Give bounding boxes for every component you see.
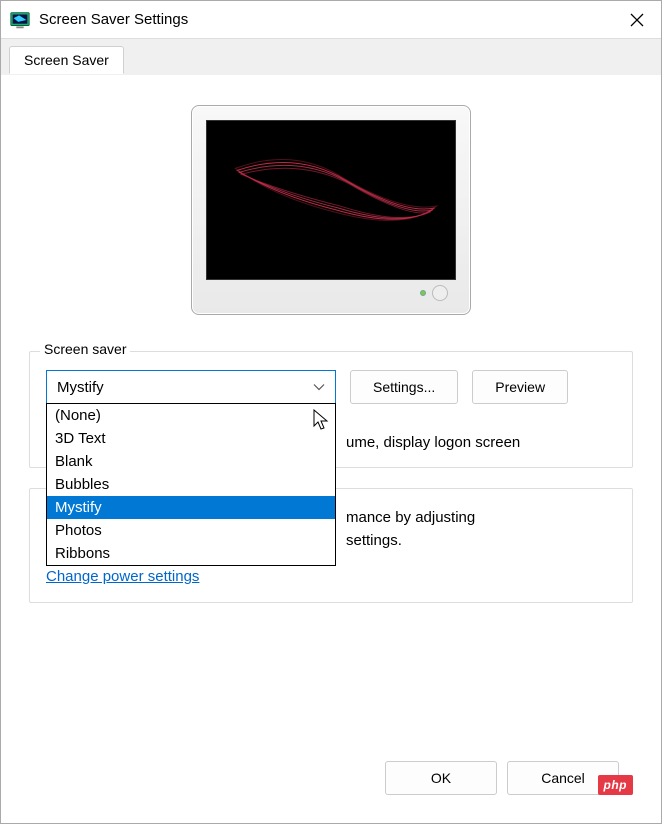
titlebar: Screen Saver Settings (1, 1, 661, 39)
monitor-preview-wrap (29, 105, 633, 315)
option-bubbles[interactable]: Bubbles (47, 473, 335, 496)
php-watermark-badge: php (598, 775, 634, 795)
screensaver-select[interactable]: Mystify (46, 370, 336, 404)
option-ribbons[interactable]: Ribbons (47, 542, 335, 565)
option-mystify[interactable]: Mystify (47, 496, 335, 519)
ok-button[interactable]: OK (385, 761, 497, 795)
monitor-preview (191, 105, 471, 315)
change-power-settings-link[interactable]: Change power settings (46, 568, 199, 585)
mystify-preview-graphic (207, 121, 455, 279)
screensaver-group-legend: Screen saver (40, 341, 130, 357)
tab-screen-saver[interactable]: Screen Saver (9, 46, 124, 74)
screensaver-select-value: Mystify (57, 379, 104, 396)
screensaver-group: Screen saver Mystify (None) 3D Text Blan… (29, 351, 633, 468)
settings-button[interactable]: Settings... (350, 370, 458, 404)
dialog-button-bar: OK Cancel php (29, 749, 633, 807)
screensaver-dropdown[interactable]: (None) 3D Text Blank Bubbles Mystify Pho… (46, 403, 336, 566)
screensaver-preview-screen (206, 120, 456, 280)
close-button[interactable] (619, 6, 655, 34)
tab-strip: Screen Saver (1, 39, 661, 75)
dialog-client-area: Screen saver Mystify (None) 3D Text Blan… (1, 75, 661, 823)
preview-button[interactable]: Preview (472, 370, 568, 404)
option-photos[interactable]: Photos (47, 519, 335, 542)
screensaver-app-icon (9, 9, 31, 31)
close-icon (630, 13, 644, 27)
chevron-down-icon (313, 379, 325, 396)
monitor-led-icon (420, 290, 426, 296)
monitor-power-button-icon (432, 285, 448, 301)
option-3d-text[interactable]: 3D Text (47, 427, 335, 450)
window-title: Screen Saver Settings (39, 11, 619, 28)
screensaver-settings-window: Screen Saver Settings Screen Saver (0, 0, 662, 824)
screensaver-select-wrap: Mystify (None) 3D Text Blank Bubbles Mys… (46, 370, 336, 404)
option-blank[interactable]: Blank (47, 450, 335, 473)
option-none[interactable]: (None) (47, 404, 335, 427)
